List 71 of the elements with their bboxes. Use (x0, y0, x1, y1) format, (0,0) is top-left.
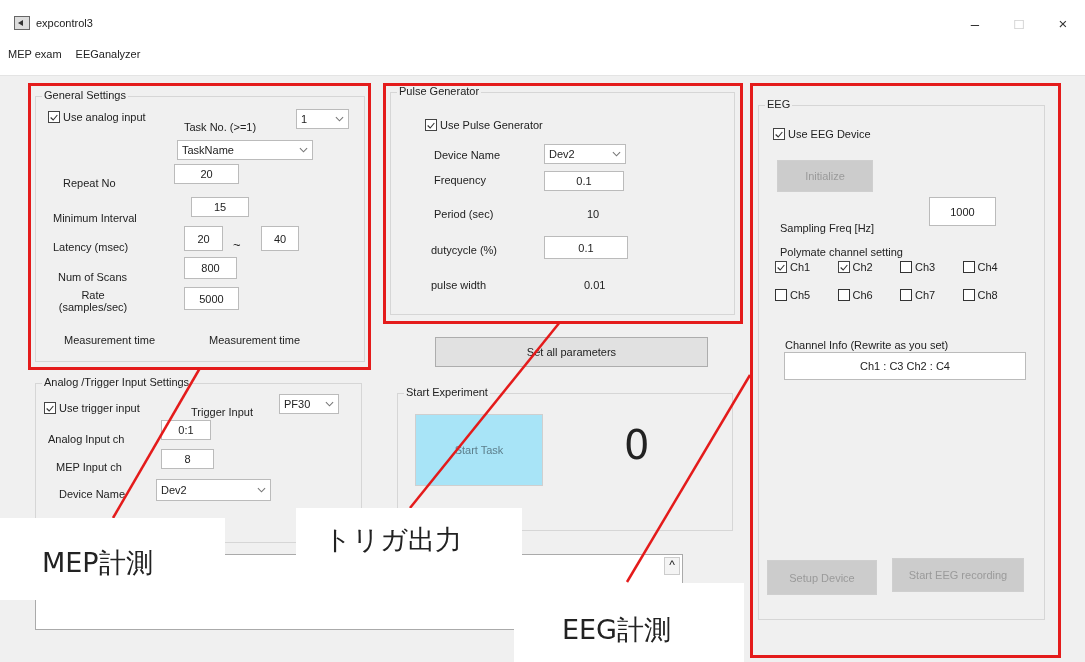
chevron-down-icon (257, 487, 266, 493)
input-field[interactable]: 20 (174, 164, 239, 184)
menu-item[interactable]: MEP exam (8, 46, 62, 62)
input-field[interactable]: 0.1 (544, 171, 624, 191)
menu-item[interactable]: EEGanalyzer (75, 46, 141, 62)
annotation-callout: EEG計測 (514, 583, 744, 662)
field-label: Device Name (434, 149, 501, 161)
checkbox[interactable]: Ch6 (837, 289, 900, 301)
input-field[interactable]: Ch1 : C3 Ch2 : C4 (784, 352, 1026, 380)
checkbox[interactable]: Ch8 (962, 289, 1025, 301)
field-label: Task No. (>=1) (184, 121, 257, 133)
group-title: General Settings (42, 89, 128, 101)
chevron-down-icon (325, 401, 334, 407)
field-label: Trigger Input (191, 406, 253, 418)
scroll-up-button[interactable]: ^ (664, 557, 680, 575)
checkbox[interactable]: Ch3 (900, 261, 963, 273)
checkbox[interactable]: Ch2 (837, 261, 900, 273)
dropdown[interactable]: Dev2 (156, 479, 271, 501)
input-field[interactable]: 15 (191, 197, 249, 217)
input-field[interactable]: 40 (261, 226, 299, 251)
field-label: Minimum Interval (53, 212, 137, 224)
input-field[interactable]: 0.1 (544, 236, 628, 259)
field-label: Rate (samples/sec) (57, 289, 129, 313)
chevron-down-icon (299, 147, 308, 153)
window-title: expcontrol3 (36, 17, 93, 29)
input-field[interactable]: 1000 (929, 197, 996, 226)
dropdown[interactable]: TaskName (177, 140, 313, 160)
pulse-width-value: 0.01 (584, 279, 606, 291)
period-value: 10 (587, 208, 600, 220)
checkbox[interactable]: Use Pulse Generator (425, 119, 543, 131)
checkbox[interactable]: Use analog input (48, 111, 146, 123)
chevron-down-icon (612, 151, 621, 157)
chevron-down-icon (335, 116, 344, 122)
input-field[interactable]: 800 (184, 257, 237, 279)
input-field[interactable]: 20 (184, 226, 223, 251)
dropdown[interactable]: PF30 (279, 394, 339, 414)
dropdown[interactable]: 1 (296, 109, 349, 129)
group-title: Analog /Trigger Input Settings (42, 376, 192, 388)
trial-counter: 0 (624, 422, 650, 468)
measurement-time-label: Measurement time (64, 334, 156, 346)
field-label: Channel Info (Rewrite as you set) (785, 339, 949, 351)
group-title: Start Experiment (404, 386, 490, 398)
checkbox[interactable]: Ch5 (775, 289, 838, 301)
checkbox[interactable]: Use EEG Device (773, 128, 871, 140)
field-label: MEP Input ch (56, 461, 122, 473)
field-label: Repeat No (63, 177, 116, 189)
group-title: EEG (765, 98, 793, 110)
checkbox[interactable]: Use trigger input (44, 402, 140, 414)
field-label: Polymate channel setting (780, 246, 903, 258)
minimize-button[interactable]: – (953, 14, 997, 32)
measurement-time-label: Measurement time (209, 334, 301, 346)
checkbox[interactable]: Ch7 (900, 289, 963, 301)
field-label: Num of Scans (58, 271, 128, 283)
field-label: Device Name (59, 488, 126, 500)
app-icon (14, 16, 30, 30)
field-label: Sampling Freq [Hz] (780, 222, 875, 234)
input-field[interactable]: 0:1 (161, 420, 211, 440)
checkbox[interactable]: Ch1 (775, 261, 838, 273)
checkbox[interactable]: Ch4 (962, 261, 1025, 273)
field-label: dutycycle (%) (431, 244, 498, 256)
field-label: Frequency (434, 174, 486, 186)
annotation-callout: MEP計測 (0, 518, 225, 600)
input-field[interactable]: 8 (161, 449, 214, 469)
close-button[interactable]: × (1041, 14, 1085, 32)
field-label: Analog Input ch (48, 433, 125, 445)
dropdown[interactable]: Dev2 (544, 144, 626, 164)
field-label: Period (sec) (434, 208, 494, 220)
input-field[interactable]: 5000 (184, 287, 239, 310)
field-label: pulse width (431, 279, 487, 291)
field-label: Latency (msec) (53, 241, 129, 253)
range-separator: ~ (233, 237, 241, 252)
